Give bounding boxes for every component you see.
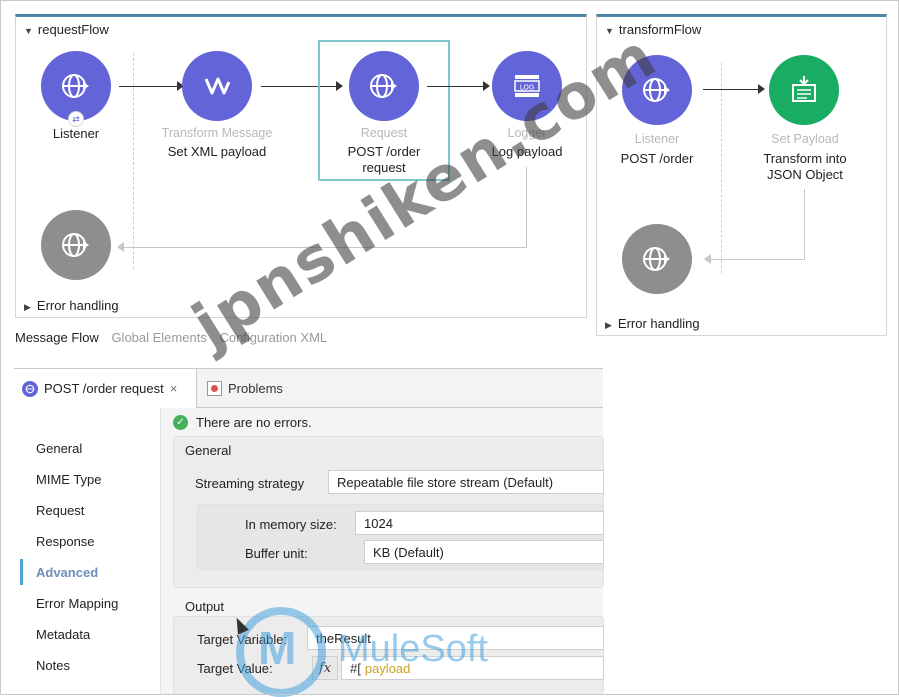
transform-flow-panel: ▼ transformFlow Listener POST /order Set … bbox=[596, 14, 887, 336]
tab-message-flow[interactable]: Message Flow bbox=[15, 330, 99, 345]
expand-triangle-icon: ▶ bbox=[24, 302, 31, 312]
active-nav-marker bbox=[20, 559, 23, 585]
nav-error-mapping[interactable]: Error Mapping bbox=[36, 596, 118, 611]
flow-arrow bbox=[119, 86, 179, 87]
nav-metadata[interactable]: Metadata bbox=[36, 627, 90, 642]
request-label: POST /order request bbox=[347, 144, 421, 175]
error-handling-label: Error handling bbox=[36, 298, 119, 313]
flow-arrow bbox=[427, 86, 484, 87]
target-value-input[interactable]: #[ payload bbox=[341, 656, 604, 680]
request-node[interactable] bbox=[349, 51, 419, 121]
expression-value: payload bbox=[364, 660, 411, 676]
transform-message-node[interactable] bbox=[182, 51, 252, 121]
flow-arrow bbox=[703, 89, 759, 90]
set-payload-node[interactable] bbox=[769, 55, 839, 125]
properties-content: ✓ There are no errors. General Streaming… bbox=[160, 408, 604, 695]
set-payload-label: Transform into JSON Object bbox=[763, 151, 847, 182]
transform-flow-title[interactable]: ▼ transformFlow bbox=[605, 22, 701, 37]
editor-view-tabs: Message Flow Global Elements Configurati… bbox=[15, 330, 336, 345]
request-flow-panel: ▼ requestFlow ⇄ Listener Transform Messag… bbox=[15, 14, 587, 318]
tab-post-order-request[interactable]: POST /order request × bbox=[14, 369, 197, 408]
streaming-strategy-label: Streaming strategy bbox=[195, 476, 305, 491]
listener-label: Listener bbox=[52, 126, 100, 141]
tab-configuration-xml[interactable]: Configuration XML bbox=[219, 330, 327, 345]
error-response-node[interactable] bbox=[622, 224, 692, 294]
source-divider bbox=[133, 53, 134, 269]
transform-listener-node[interactable] bbox=[622, 55, 692, 125]
validation-status: ✓ There are no errors. bbox=[173, 415, 312, 430]
logger-label: Log payload bbox=[491, 144, 563, 159]
nav-advanced[interactable]: Advanced bbox=[36, 565, 98, 580]
target-variable-input[interactable]: theResult bbox=[307, 626, 604, 650]
request-type: Request bbox=[360, 126, 408, 140]
request-flow-title-text: requestFlow bbox=[37, 22, 109, 37]
return-arrow-head-icon bbox=[117, 242, 124, 252]
collapse-triangle-icon[interactable]: ▼ bbox=[605, 26, 614, 36]
globe-icon bbox=[643, 247, 670, 271]
in-memory-size-input[interactable]: 1024 bbox=[355, 511, 604, 535]
nav-mime-type[interactable]: MIME Type bbox=[36, 472, 102, 487]
set-payload-type: Set Payload bbox=[771, 132, 839, 146]
transform-flow-title-text: transformFlow bbox=[618, 22, 702, 37]
general-section-title: General bbox=[185, 443, 232, 458]
transform-listener-type: Listener bbox=[634, 132, 680, 146]
transform-listener-label: POST /order bbox=[620, 151, 694, 166]
return-line bbox=[709, 259, 805, 260]
globe-icon bbox=[643, 78, 670, 102]
return-line bbox=[122, 247, 527, 248]
log-icon: LOG bbox=[514, 75, 540, 97]
set-payload-icon bbox=[792, 76, 816, 102]
expand-triangle-icon: ▶ bbox=[605, 320, 612, 330]
buffer-unit-select[interactable]: KB (Default) bbox=[364, 540, 604, 564]
transform-message-label: Set XML payload bbox=[167, 144, 267, 159]
source-divider bbox=[721, 63, 722, 273]
request-flow-title[interactable]: ▼ requestFlow bbox=[24, 22, 109, 37]
target-variable-label: Target Variable: bbox=[197, 632, 288, 647]
error-handling-label: Error handling bbox=[617, 316, 700, 331]
fx-toggle-button[interactable]: fx bbox=[312, 656, 338, 680]
transform-message-type: Transform Message bbox=[161, 126, 273, 140]
globe-icon bbox=[370, 74, 397, 98]
reconnect-badge-icon: ⇄ bbox=[68, 111, 84, 127]
tab-label: POST /order request bbox=[44, 381, 164, 396]
globe-icon bbox=[22, 380, 38, 397]
error-handling-toggle[interactable]: ▶ Error handling bbox=[605, 316, 700, 331]
properties-tab-bar: POST /order request × Problems bbox=[14, 368, 603, 408]
nav-general[interactable]: General bbox=[36, 441, 82, 456]
arrow-head-icon bbox=[758, 84, 765, 94]
nav-response[interactable]: Response bbox=[36, 534, 95, 549]
output-section-title: Output bbox=[185, 599, 225, 614]
return-arrow-head-icon bbox=[704, 254, 711, 264]
streaming-strategy-select[interactable]: Repeatable file store stream (Default) bbox=[328, 470, 604, 494]
arrow-head-icon bbox=[483, 81, 490, 91]
expression-prefix: #[ bbox=[350, 660, 361, 676]
tab-problems[interactable]: Problems bbox=[201, 369, 283, 408]
properties-panel: General MIME Type Request Response Advan… bbox=[14, 408, 604, 695]
nav-request[interactable]: Request bbox=[36, 503, 84, 518]
check-circle-icon: ✓ bbox=[173, 415, 188, 430]
globe-icon bbox=[62, 233, 89, 257]
buffer-unit-label: Buffer unit: bbox=[245, 546, 308, 561]
logger-node[interactable]: LOG bbox=[492, 51, 562, 121]
svg-text:LOG: LOG bbox=[520, 84, 535, 92]
error-response-node[interactable] bbox=[41, 210, 111, 280]
transform-icon bbox=[204, 77, 231, 95]
tab-label: Problems bbox=[228, 381, 283, 396]
collapse-triangle-icon[interactable]: ▼ bbox=[24, 26, 33, 36]
status-text: There are no errors. bbox=[196, 415, 312, 430]
return-line bbox=[804, 189, 805, 259]
return-line bbox=[526, 167, 527, 247]
nav-notes[interactable]: Notes bbox=[36, 658, 70, 673]
globe-icon bbox=[62, 74, 89, 98]
properties-nav: General MIME Type Request Response Advan… bbox=[14, 408, 160, 695]
problems-icon bbox=[207, 381, 222, 396]
close-icon[interactable]: × bbox=[170, 381, 178, 396]
target-value-label: Target Value: bbox=[197, 661, 273, 676]
logger-type: Logger bbox=[507, 126, 547, 140]
tab-global-elements[interactable]: Global Elements bbox=[111, 330, 206, 345]
error-handling-toggle[interactable]: ▶ Error handling bbox=[24, 298, 119, 313]
in-memory-size-label: In memory size: bbox=[245, 517, 337, 532]
